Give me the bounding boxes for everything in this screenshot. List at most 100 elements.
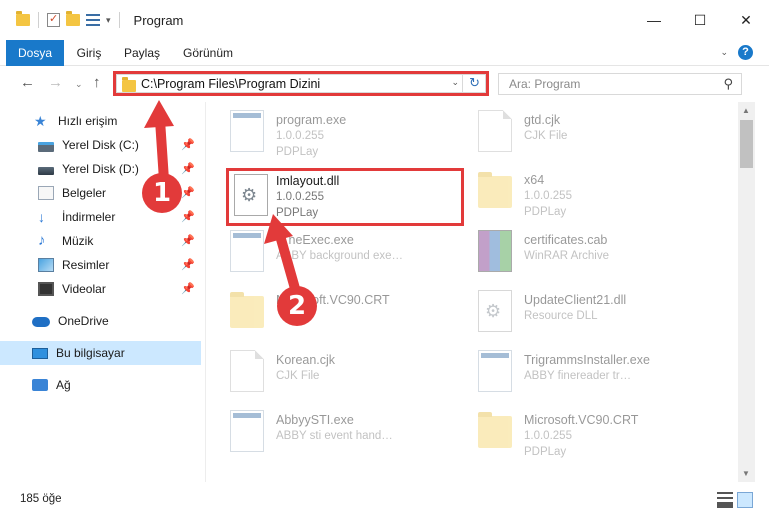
file-name: gtd.cjk xyxy=(524,113,561,127)
folder-icon[interactable] xyxy=(16,11,30,26)
list-item[interactable]: M…osoft.VC90.CRT xyxy=(206,286,441,344)
file-detail: 1.0.0.255 xyxy=(524,190,572,202)
documents-icon xyxy=(38,186,54,200)
pictures-icon xyxy=(38,258,54,272)
new-folder-icon[interactable] xyxy=(66,11,80,26)
file-meta: Imlayout.dll 1.0.0.255 PDPLay xyxy=(276,173,339,221)
address-bar-highlight: C:\Program Files\Program Dizini ⌄ ↻ xyxy=(113,71,489,96)
properties-icon[interactable] xyxy=(47,12,60,27)
sidebar-item-label: Yerel Disk (D:) xyxy=(62,162,139,176)
sidebar-item-label: Resimler xyxy=(62,258,110,272)
pin-icon[interactable]: 📌 xyxy=(181,234,195,247)
sidebar-item-label: Müzik xyxy=(62,234,94,248)
pin-icon[interactable]: 📌 xyxy=(181,162,195,175)
drive-icon xyxy=(38,166,54,175)
folder-icon xyxy=(478,172,512,208)
sidebar-item-this-pc[interactable]: Bu bilgisayar xyxy=(0,341,201,365)
star-icon: ★ xyxy=(34,113,47,129)
tab-home[interactable]: Giriş xyxy=(64,40,114,66)
recent-locations-icon[interactable]: ⌄ xyxy=(75,79,83,90)
search-input[interactable] xyxy=(509,74,719,94)
separator xyxy=(118,12,120,28)
window-title: Program xyxy=(133,12,184,28)
view-switcher xyxy=(717,492,753,508)
search-icon[interactable]: ⚲ xyxy=(723,76,733,92)
scroll-down-icon[interactable]: ▼ xyxy=(742,469,750,478)
file-detail: 1.0.0.255 xyxy=(276,191,324,203)
pin-icon[interactable]: 📌 xyxy=(181,138,195,151)
list-item[interactable]: UpdateClient21.dll Resource DLL xyxy=(454,286,689,344)
file-detail: CJK File xyxy=(524,130,568,142)
list-item[interactable]: Microsoft.VC90.CRT 1.0.0.255 PDPLay xyxy=(454,406,689,464)
file-name: Korean.cjk xyxy=(276,353,336,367)
sidebar-item-network[interactable]: Ağ xyxy=(0,373,201,397)
pin-icon[interactable]: 📌 xyxy=(181,186,195,199)
details-view-icon[interactable] xyxy=(717,492,733,508)
file-detail: ABBY sti event hand… xyxy=(276,430,393,442)
exe-file-icon xyxy=(230,230,264,272)
list-item[interactable]: TrigrammsInstaller.exe ABBY finereader t… xyxy=(454,346,689,404)
tiles-view-icon[interactable] xyxy=(737,492,753,508)
file-detail: PDPLay xyxy=(276,207,319,219)
address-bar[interactable]: C:\Program Files\Program Dizini ⌄ ↻ xyxy=(116,74,486,93)
sidebar-item-music[interactable]: ♪ Müzik 📌 xyxy=(0,229,201,253)
list-item[interactable]: AbbyySTI.exe ABBY sti event hand… xyxy=(206,406,441,464)
maximize-button[interactable]: ☐ xyxy=(677,0,723,40)
file-icon xyxy=(230,350,264,392)
pin-icon[interactable]: 📌 xyxy=(181,282,195,295)
file-name: certificates.cab xyxy=(524,233,608,247)
help-icon[interactable]: ? xyxy=(738,45,753,60)
file-meta: certificates.cab WinRAR Archive xyxy=(524,232,609,264)
sidebar-item-videos[interactable]: Videolar 📌 xyxy=(0,277,201,301)
sidebar-item-quick-access[interactable]: ★ Hızlı erişim xyxy=(0,109,201,133)
scroll-thumb[interactable] xyxy=(740,120,753,168)
file-detail: ABBY background exe… xyxy=(276,250,404,262)
file-detail: ABBY finereader tr… xyxy=(524,370,632,382)
sidebar-item-local-disk-c[interactable]: Yerel Disk (C:) 📌 xyxy=(0,133,201,157)
tab-share[interactable]: Paylaş xyxy=(114,40,170,66)
folder-icon xyxy=(478,412,512,448)
customize-view-icon[interactable] xyxy=(86,14,100,26)
address-path[interactable]: C:\Program Files\Program Dizini xyxy=(141,77,320,91)
tab-view[interactable]: Görünüm xyxy=(170,40,246,66)
list-item[interactable]: certificates.cab WinRAR Archive xyxy=(454,226,689,284)
list-item[interactable]: x64 1.0.0.255 PDPLay xyxy=(454,166,689,224)
up-arrow-icon[interactable]: ↑ xyxy=(93,74,101,91)
sidebar-item-onedrive[interactable]: OneDrive xyxy=(0,309,201,333)
file-name: Microsoft.VC90.CRT xyxy=(524,413,639,427)
tab-file[interactable]: Dosya xyxy=(6,40,64,66)
close-button[interactable]: ✕ xyxy=(723,0,769,40)
file-name: x64 xyxy=(524,173,545,187)
minimize-button[interactable]: — xyxy=(631,0,677,40)
sidebar-item-pictures[interactable]: Resimler 📌 xyxy=(0,253,201,277)
file-meta: UpdateClient21.dll Resource DLL xyxy=(524,292,626,324)
exe-file-icon xyxy=(478,350,512,392)
sidebar-item-label: Belgeler xyxy=(62,186,107,200)
list-item[interactable]: program.exe 1.0.0.255 PDPLay xyxy=(206,106,441,164)
file-meta: gtd.cjk CJK File xyxy=(524,112,567,144)
forward-arrow-icon[interactable]: → xyxy=(48,74,63,91)
list-item[interactable]: Korean.cjk CJK File xyxy=(206,346,441,404)
file-name: program.exe xyxy=(276,113,347,127)
highlighted-dll-item[interactable]: Imlayout.dll 1.0.0.255 PDPLay xyxy=(226,168,464,226)
sidebar-item-label: Ağ xyxy=(56,378,71,392)
list-item[interactable]: …neExec.exe ABBY background exe… xyxy=(206,226,441,284)
back-arrow-icon[interactable]: ← xyxy=(20,74,35,91)
pin-icon[interactable]: 📌 xyxy=(181,258,195,271)
video-icon xyxy=(38,282,54,296)
folder-icon xyxy=(122,77,136,92)
expand-ribbon-icon[interactable]: ⌄ xyxy=(720,47,728,58)
pin-icon[interactable]: 📌 xyxy=(181,210,195,223)
refresh-icon[interactable]: ↻ xyxy=(469,75,480,91)
list-item[interactable]: gtd.cjk CJK File xyxy=(454,106,689,164)
search-box[interactable]: ⚲ xyxy=(498,73,742,95)
address-dropdown-icon[interactable]: ⌄ xyxy=(451,77,459,88)
download-icon: ↓ xyxy=(38,209,45,225)
navigation-pane: ★ Hızlı erişim Yerel Disk (C:) 📌 Yerel D… xyxy=(0,102,206,482)
vertical-scrollbar[interactable]: ▲ ▼ xyxy=(738,102,755,482)
computer-icon xyxy=(32,347,48,359)
ribbon-right-controls: ⌄ ? xyxy=(720,45,753,60)
scroll-up-icon[interactable]: ▲ xyxy=(742,106,750,115)
network-icon xyxy=(32,379,48,391)
chevron-down-icon[interactable]: ▾ xyxy=(106,15,111,26)
